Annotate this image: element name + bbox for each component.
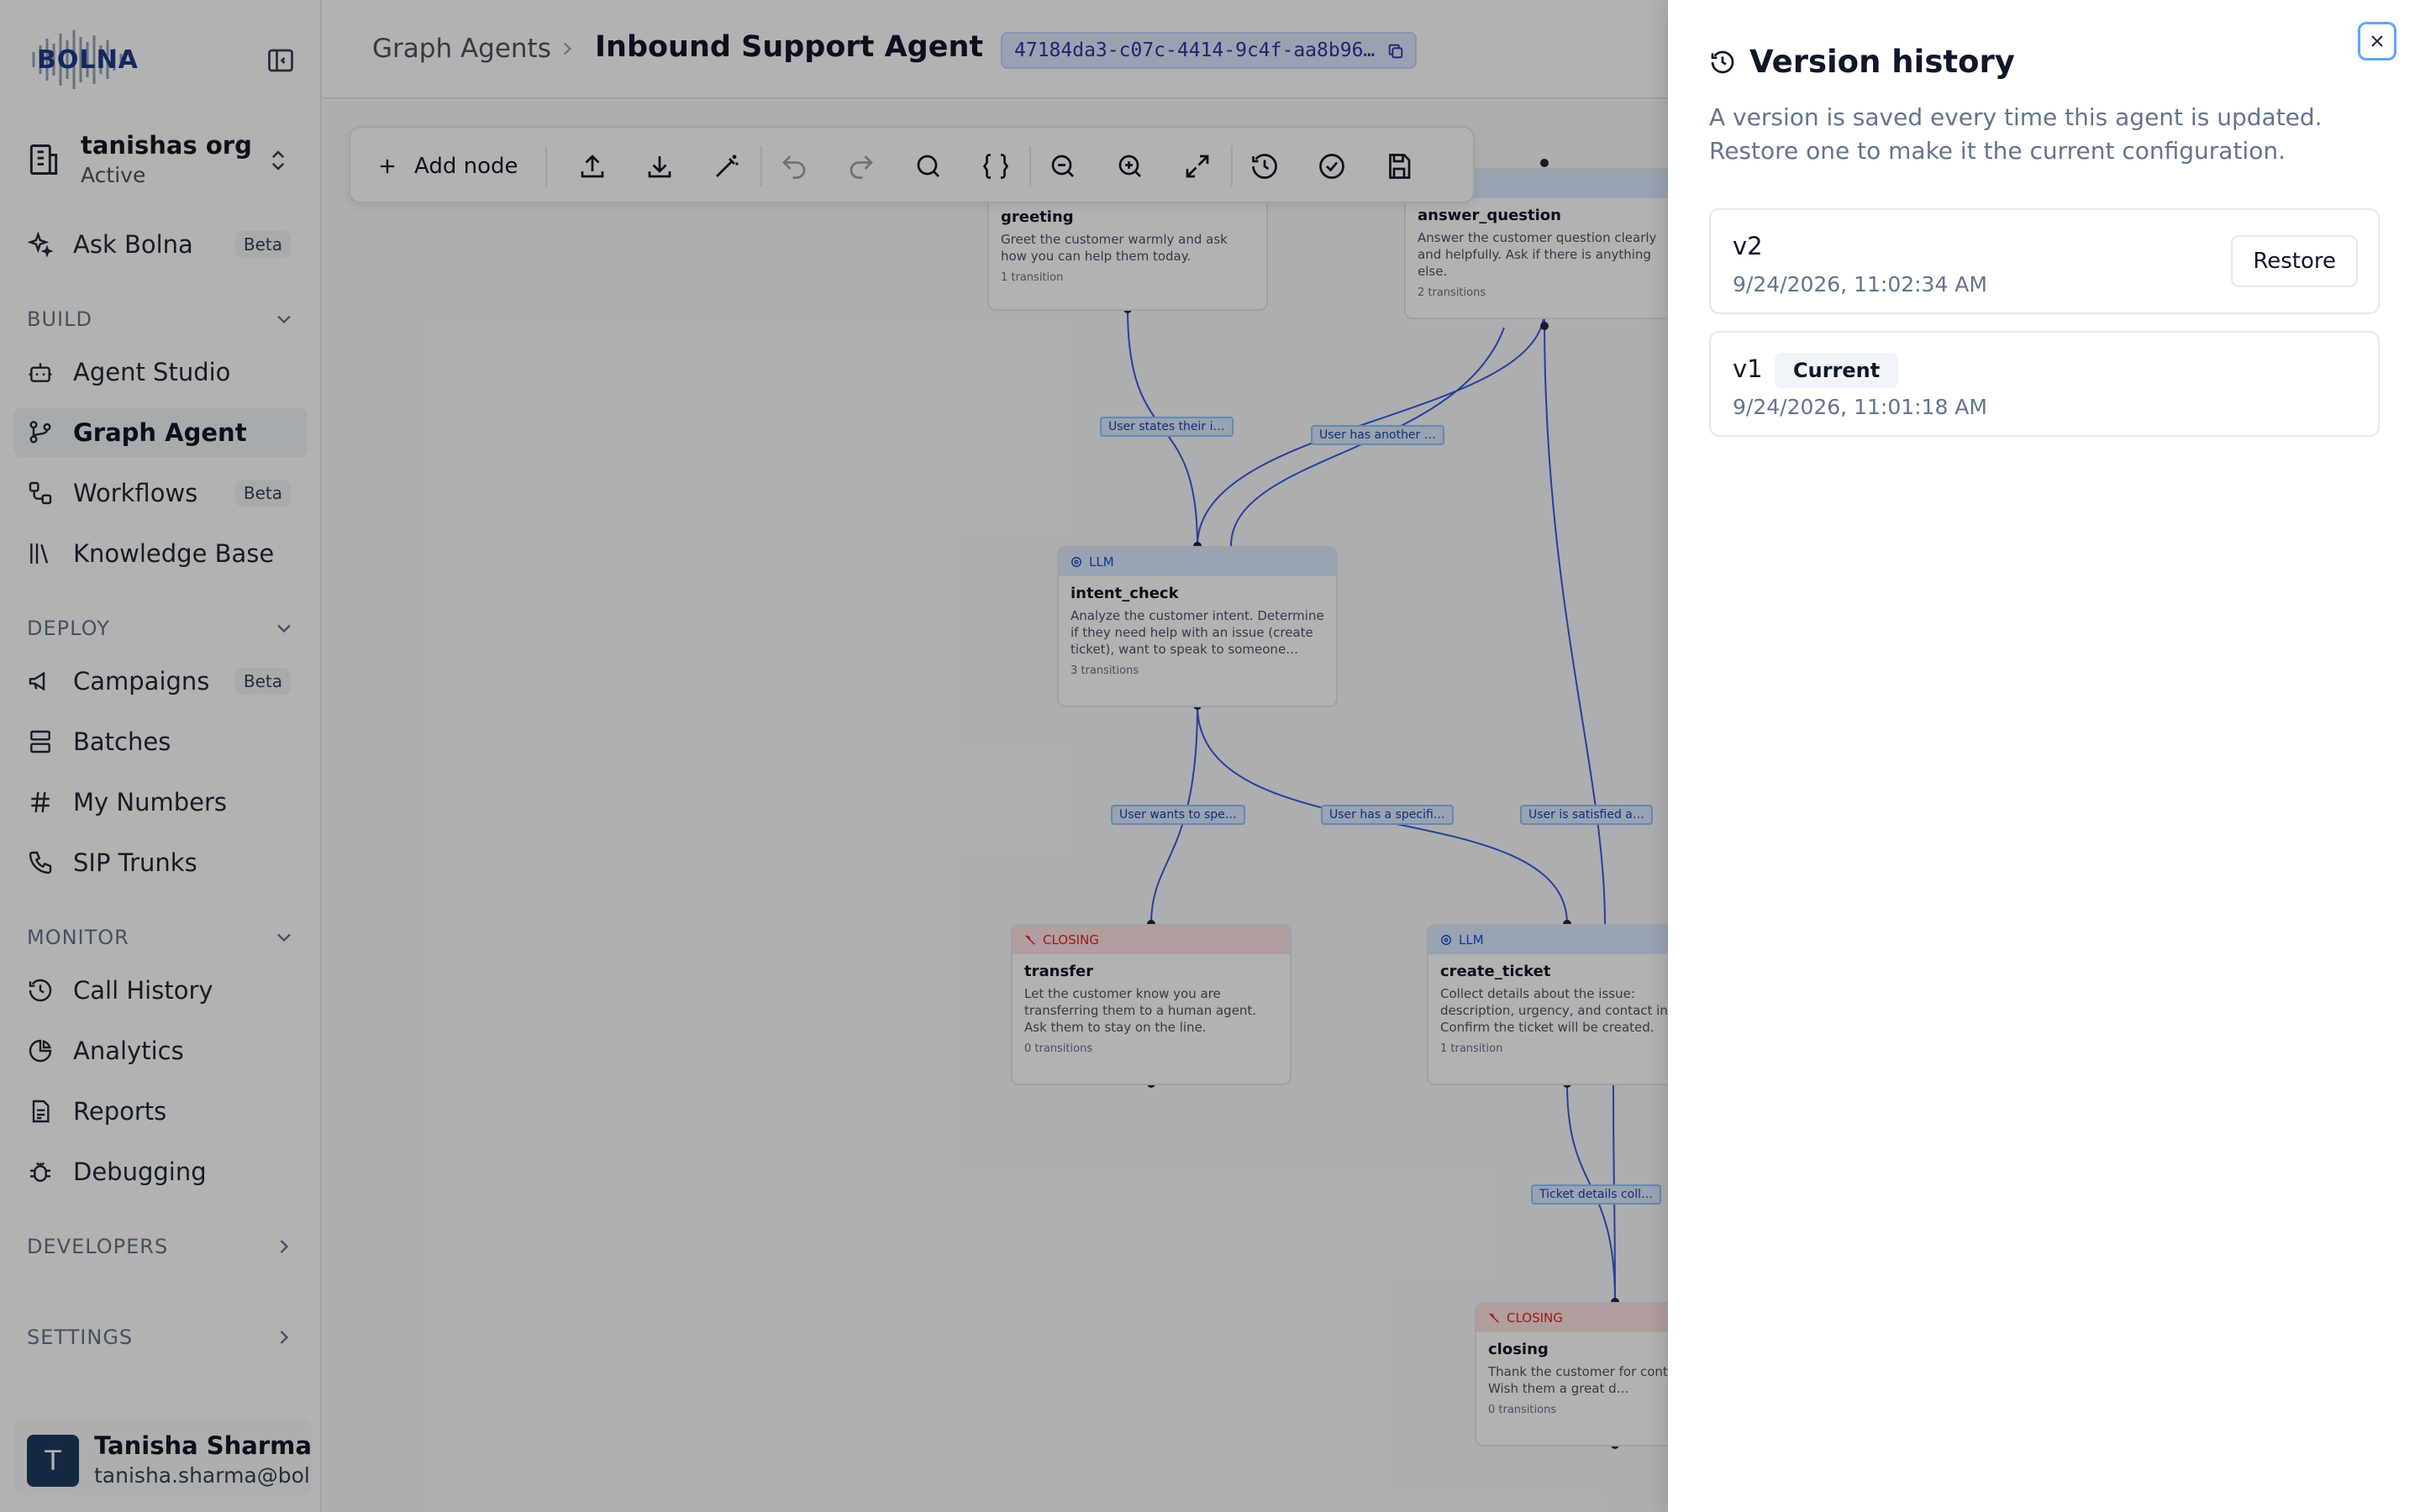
version-label: v2 [1733, 232, 1763, 260]
version-label: v1 [1733, 354, 1763, 383]
history-icon [1711, 50, 1734, 74]
version-card: v2 9/24/2026, 11:02:34 AM Restore [1709, 208, 2380, 314]
version-date: 9/24/2026, 11:01:18 AM [1733, 395, 1987, 419]
restore-button[interactable]: Restore [2231, 235, 2358, 287]
panel-description: A version is saved every time this agent… [1709, 103, 2323, 165]
current-badge: Current [1775, 353, 1899, 388]
version-date: 9/24/2026, 11:02:34 AM [1733, 272, 1987, 297]
close-icon [2371, 35, 2383, 47]
version-card: v1 Current 9/24/2026, 11:01:18 AM [1709, 331, 2380, 437]
panel-title: Version history [1749, 44, 2015, 80]
close-button[interactable] [2358, 22, 2396, 60]
modal-overlay[interactable] [0, 0, 1668, 1512]
